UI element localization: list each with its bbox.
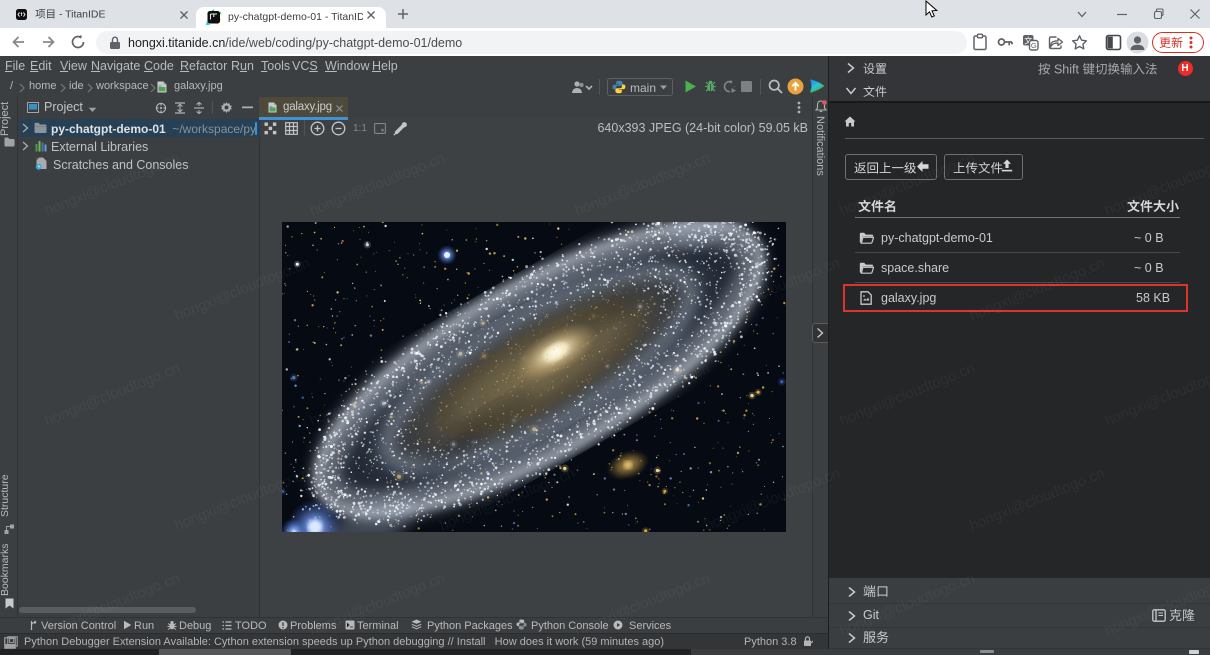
svg-text:G: G (1031, 41, 1037, 50)
svg-text:- TitanIDE: - TitanIDE (56, 9, 105, 20)
svg-text:Shift: Shift (1050, 62, 1082, 76)
